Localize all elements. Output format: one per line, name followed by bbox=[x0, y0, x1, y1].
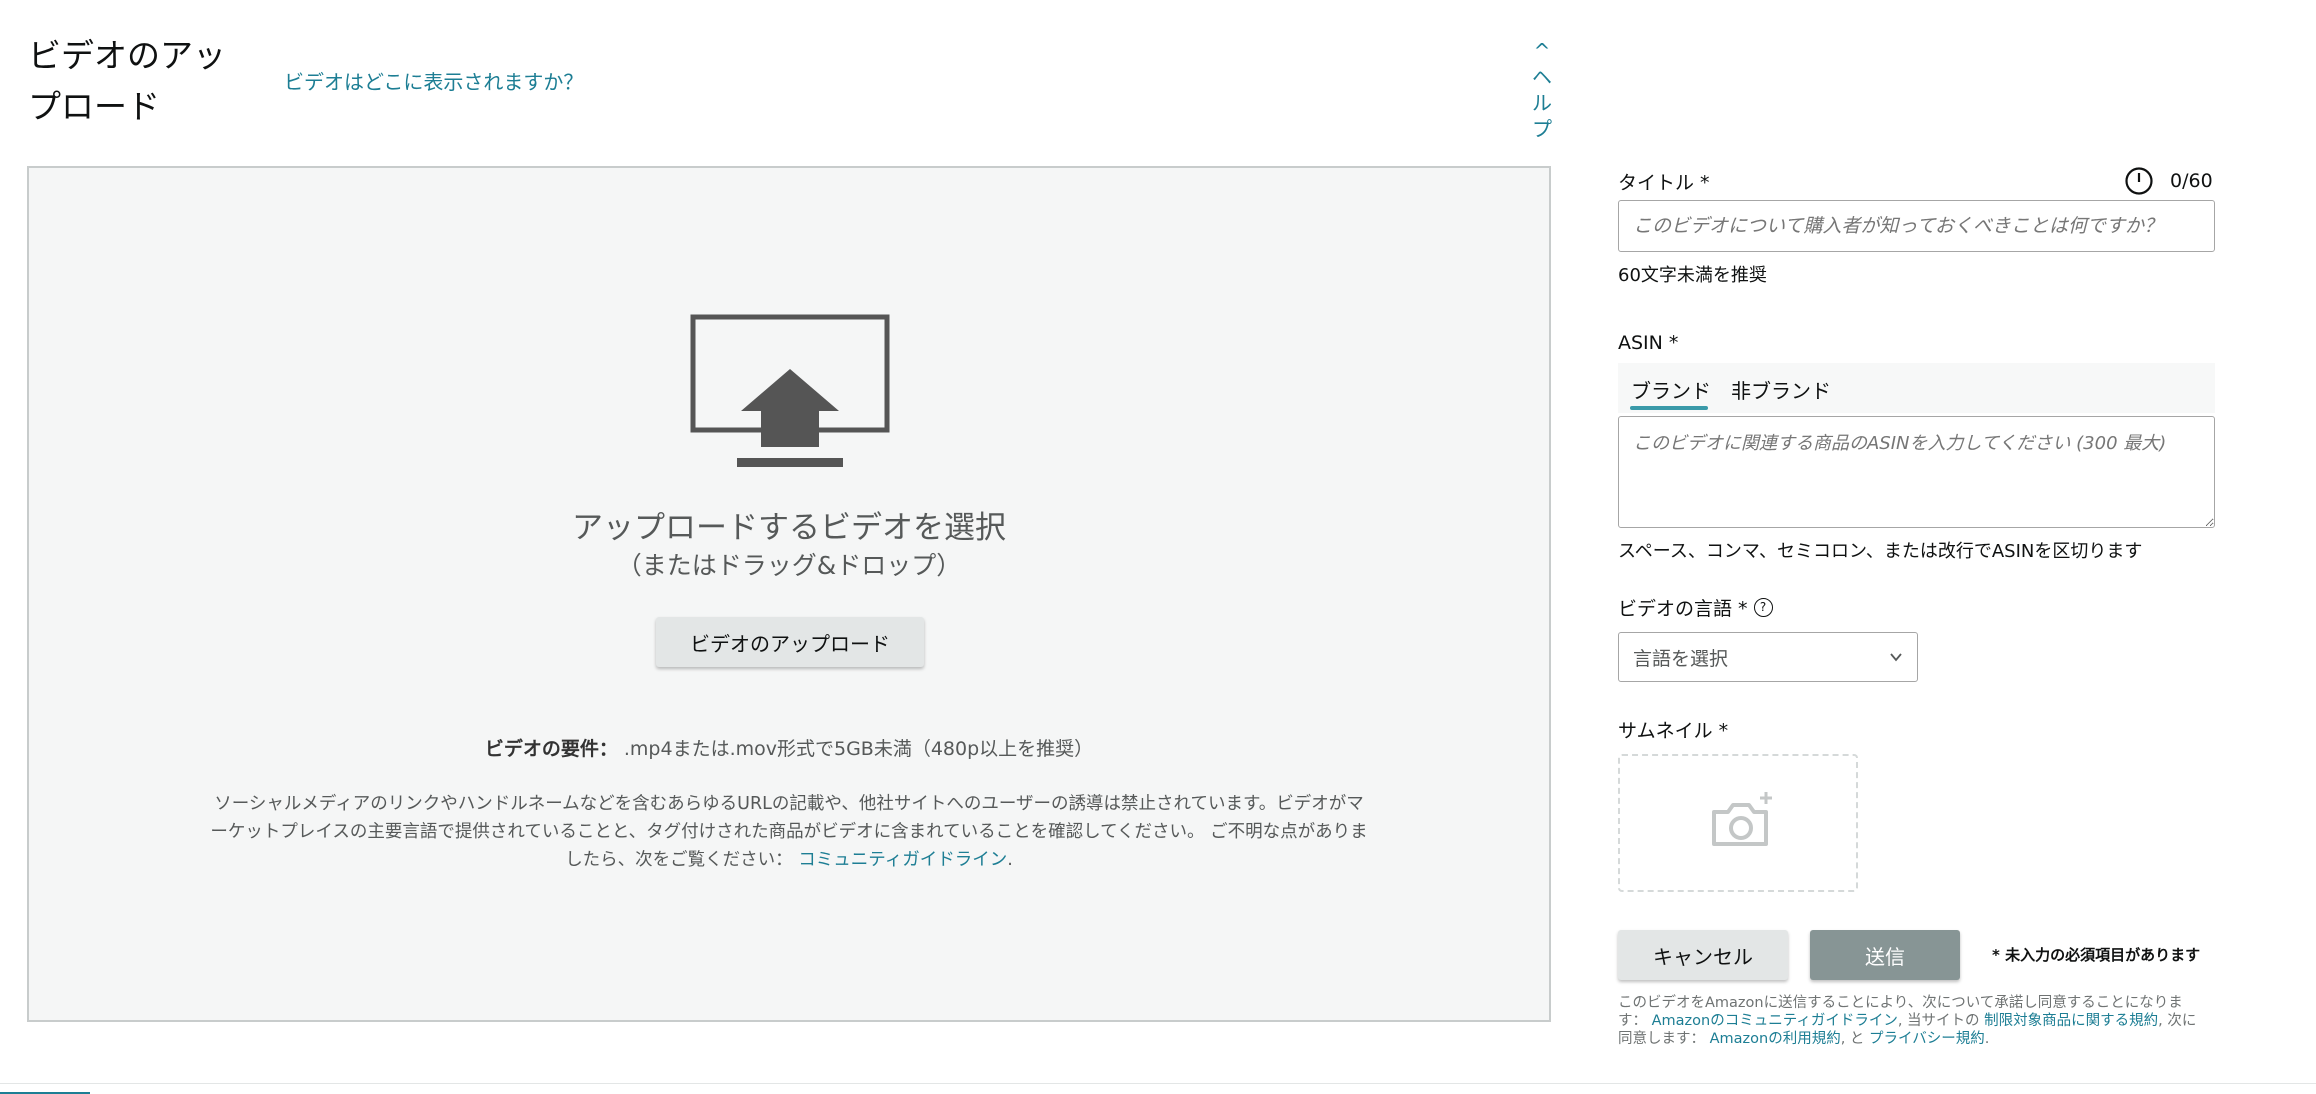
required-fields-note: * 未入力の必須項目があります bbox=[1992, 946, 2201, 964]
restricted-products-link[interactable]: 制限対象商品に関する規約 bbox=[1984, 1013, 2158, 1029]
legal-text: . bbox=[1984, 1031, 1990, 1047]
asin-textarea[interactable] bbox=[1618, 416, 2215, 528]
thumbnail-label: サムネイル * bbox=[1618, 720, 1729, 742]
help-icon[interactable]: ? bbox=[1753, 598, 1773, 617]
upload-video-button[interactable]: ビデオのアップロード bbox=[656, 617, 924, 667]
add-photo-icon bbox=[1712, 792, 1772, 846]
legal-notice: このビデオをAmazonに送信することにより、次について承諾し同意することになり… bbox=[1618, 994, 2208, 1048]
timer-icon bbox=[2125, 167, 2153, 195]
video-requirements: ビデオの要件： .mp4または.mov形式で5GB未満（480p以上を推奨） bbox=[27, 734, 1551, 761]
requirements-text: .mp4または.mov形式で5GB未満（480p以上を推奨） bbox=[623, 738, 1094, 760]
help-toggle[interactable]: ^ ヘ ル プ bbox=[1528, 38, 1556, 142]
where-shown-link[interactable]: ビデオはどこに表示されますか？ bbox=[284, 66, 583, 95]
legal-text: , と bbox=[1840, 1031, 1865, 1047]
policy-notice: ソーシャルメディアのリンクやハンドルネームなどを含むあらゆるURLの記載や、他社… bbox=[206, 790, 1372, 874]
title-label: タイトル * bbox=[1618, 172, 1710, 194]
active-tab-indicator bbox=[1630, 406, 1708, 410]
asin-tab-bar: ブランド 非ブランド bbox=[1618, 363, 2215, 413]
video-upload-page: ビデオのアップロード ビデオはどこに表示されますか？ ^ ヘ ル プ アップロー… bbox=[0, 0, 2316, 1094]
language-select-value: 言語を選択 bbox=[1633, 647, 1729, 670]
page-title: ビデオのアップロード bbox=[28, 36, 226, 126]
language-label: ビデオの言語 * ? bbox=[1618, 594, 1773, 621]
amazon-terms-link[interactable]: Amazonの利用規約 bbox=[1710, 1031, 1841, 1047]
tab-brand[interactable]: ブランド bbox=[1631, 375, 1711, 404]
bottom-divider bbox=[0, 1083, 2316, 1084]
asin-hint: スペース、コンマ、セミコロン、または改行でASINを区切ります bbox=[1618, 541, 2143, 562]
title-char-counter: 0/60 bbox=[2170, 170, 2213, 192]
language-label-text: ビデオの言語 * bbox=[1618, 598, 1748, 620]
title-input[interactable] bbox=[1618, 200, 2215, 252]
submit-button[interactable]: 送信 bbox=[1810, 930, 1960, 980]
language-select[interactable]: 言語を選択 bbox=[1618, 632, 1918, 682]
privacy-policy-link[interactable]: プライバシー規約 bbox=[1869, 1031, 1985, 1047]
policy-text: ソーシャルメディアのリンクやハンドルネームなどを含むあらゆるURLの記載や、他社… bbox=[210, 794, 1368, 870]
select-video-heading: アップロードするビデオを選択 bbox=[572, 510, 1006, 546]
requirements-label: ビデオの要件： bbox=[484, 738, 618, 760]
asin-label: ASIN * bbox=[1618, 332, 1679, 354]
help-char: ル bbox=[1532, 91, 1552, 115]
help-char: プ bbox=[1532, 117, 1552, 141]
thumbnail-upload-box[interactable] bbox=[1618, 754, 1858, 892]
drag-drop-subheading: （またはドラッグ&ドロップ） bbox=[616, 551, 962, 580]
tab-non-brand[interactable]: 非ブランド bbox=[1731, 375, 1831, 404]
chevron-up-icon: ^ bbox=[1533, 39, 1551, 63]
title-hint: 60文字未満を推奨 bbox=[1618, 265, 1767, 286]
amazon-community-guidelines-link[interactable]: Amazonのコミュニティガイドライン bbox=[1652, 1013, 1898, 1029]
video-dropzone[interactable] bbox=[27, 166, 1551, 1022]
policy-end: . bbox=[1007, 850, 1013, 870]
upload-monitor-icon bbox=[690, 314, 890, 467]
legal-text: , 当サイトの bbox=[1897, 1013, 1980, 1029]
chevron-down-icon bbox=[1890, 653, 1902, 662]
community-guidelines-link[interactable]: コミュニティガイドライン bbox=[798, 850, 1007, 870]
help-char: ヘ bbox=[1532, 65, 1552, 89]
cancel-button[interactable]: キャンセル bbox=[1618, 930, 1788, 980]
